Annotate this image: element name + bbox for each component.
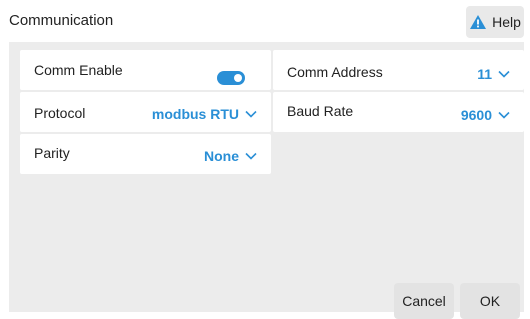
help-label: Help bbox=[492, 14, 521, 30]
toggle-knob bbox=[234, 74, 242, 82]
comm-enable-toggle[interactable] bbox=[217, 71, 245, 85]
dialog-title: Communication bbox=[9, 12, 114, 29]
title-bar: Communication Help bbox=[0, 0, 530, 42]
chevron-down-icon bbox=[498, 111, 510, 119]
comm-enable-row: Comm Enable bbox=[20, 50, 271, 90]
baud-rate-label: Baud Rate bbox=[287, 103, 354, 119]
protocol-value: modbus RTU bbox=[151, 106, 239, 122]
parity-select[interactable]: None bbox=[204, 148, 257, 164]
settings-panel: Comm Enable Comm Address 11 Protocol mod… bbox=[9, 42, 524, 312]
protocol-label: Protocol bbox=[34, 105, 86, 121]
baud-rate-row[interactable]: Baud Rate 9600 bbox=[273, 92, 524, 132]
parity-row[interactable]: Parity None bbox=[20, 134, 271, 174]
comm-address-label: Comm Address bbox=[287, 64, 383, 80]
chevron-down-icon bbox=[245, 152, 257, 160]
parity-value: None bbox=[204, 148, 239, 164]
chevron-down-icon bbox=[245, 110, 257, 118]
comm-address-select[interactable]: 11 bbox=[477, 66, 510, 82]
warning-triangle-icon bbox=[469, 14, 487, 30]
comm-enable-label: Comm Enable bbox=[34, 62, 123, 78]
baud-rate-value: 9600 bbox=[460, 107, 492, 123]
cancel-button[interactable]: Cancel bbox=[394, 283, 454, 319]
protocol-row[interactable]: Protocol modbus RTU bbox=[20, 92, 271, 132]
protocol-select[interactable]: modbus RTU bbox=[152, 106, 257, 122]
comm-address-value: 11 bbox=[477, 66, 492, 82]
chevron-down-icon bbox=[498, 70, 510, 78]
parity-label: Parity bbox=[34, 145, 70, 161]
baud-rate-select[interactable]: 9600 bbox=[461, 107, 510, 123]
comm-address-row[interactable]: Comm Address 11 bbox=[273, 50, 524, 90]
help-button[interactable]: Help bbox=[466, 6, 524, 38]
ok-button[interactable]: OK bbox=[460, 283, 520, 319]
communication-dialog: Communication Help Comm Enable Comm Addr… bbox=[0, 0, 530, 319]
